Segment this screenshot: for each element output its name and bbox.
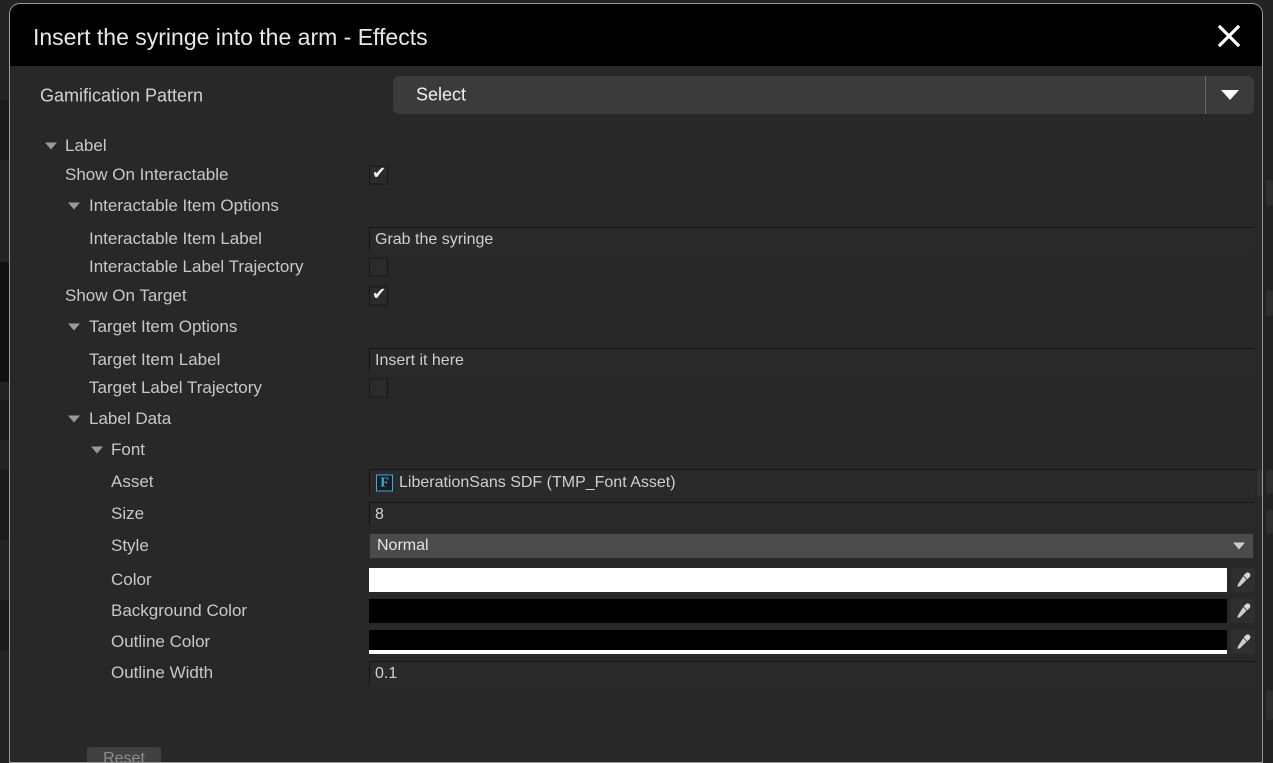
dropdown-font-style[interactable]: Normal	[369, 533, 1254, 559]
object-field-value: LiberationSans SDF (TMP_Font Asset)	[399, 473, 676, 491]
tree-group-label[interactable]: Label	[10, 130, 1262, 162]
row-font-size: Size 8	[10, 498, 1262, 530]
color-swatch-alpha	[369, 619, 1227, 623]
row-background-color: Background Color	[10, 595, 1262, 627]
eyedropper-icon[interactable]	[1231, 630, 1255, 654]
color-swatch-background-color[interactable]	[369, 599, 1227, 623]
input-font-size[interactable]: 8	[369, 502, 1254, 526]
row-label: Target Item Options	[89, 317, 238, 336]
row-label: Asset	[111, 472, 154, 491]
color-swatch-alpha	[369, 650, 1227, 654]
color-swatch-main	[369, 599, 1227, 619]
backdrop-strip	[0, 400, 9, 440]
input-outline-width[interactable]: 0.1	[369, 661, 1254, 685]
row-interactable-label-trajectory: Interactable Label Trajectory	[10, 251, 1262, 283]
backdrop-chip	[1266, 290, 1273, 316]
checkbox-show-on-interactable[interactable]: ✔	[369, 163, 388, 185]
color-swatch-alpha	[369, 588, 1227, 592]
color-swatch-main	[369, 630, 1227, 650]
font-asset-icon: F	[376, 474, 393, 491]
row-outline-width: Outline Width 0.1	[10, 657, 1262, 689]
row-label: Interactable Label Trajectory	[89, 257, 304, 276]
chevron-down-icon	[1221, 90, 1239, 100]
object-field-font-asset[interactable]: F LiberationSans SDF (TMP_Font Asset)	[369, 469, 1262, 496]
tree-group-label-text: Label	[65, 136, 107, 155]
checkbox-interactable-label-trajectory[interactable]	[369, 257, 388, 277]
row-label: Interactable Item Label	[89, 229, 262, 248]
row-label: Show On Target	[65, 286, 187, 305]
row-font-style: Style Normal	[10, 530, 1262, 562]
reset-button[interactable]: Reset	[87, 747, 161, 763]
row-label: Show On Interactable	[65, 165, 229, 184]
eyedropper-icon[interactable]	[1231, 599, 1255, 623]
gamification-dropdown-button[interactable]	[1205, 76, 1254, 114]
input-value: 8	[375, 505, 384, 523]
object-picker-icon[interactable]	[1257, 469, 1262, 496]
close-icon[interactable]	[1214, 21, 1244, 51]
row-label: Outline Width	[111, 663, 214, 682]
eyedropper-icon[interactable]	[1231, 568, 1255, 592]
gamification-pattern-row: Gamification Pattern Select	[10, 76, 1262, 116]
backdrop-strip	[0, 100, 9, 160]
input-interactable-item-label[interactable]: Grab the syringe	[369, 227, 1254, 251]
foldout-triangle-icon[interactable]	[68, 202, 80, 210]
backdrop-chip	[1266, 690, 1273, 720]
row-show-on-interactable: Show On Interactable ✔	[10, 159, 1262, 191]
dropdown-value: Normal	[377, 537, 429, 554]
row-label: Interactable Item Options	[89, 196, 279, 215]
backdrop-strip	[0, 600, 9, 650]
row-outline-color: Outline Color	[10, 626, 1262, 658]
row-label: Color	[111, 570, 152, 589]
checkbox-show-on-target[interactable]: ✔	[369, 284, 388, 306]
foldout-triangle-icon[interactable]	[68, 323, 80, 331]
row-interactable-item-options[interactable]: Interactable Item Options	[10, 190, 1262, 222]
foldout-triangle-icon[interactable]	[91, 446, 103, 454]
row-target-item-options[interactable]: Target Item Options	[10, 311, 1262, 343]
input-value: Insert it here	[375, 351, 464, 369]
backdrop-strip	[0, 262, 9, 382]
reset-button-label: Reset	[103, 750, 145, 763]
row-show-on-target: Show On Target ✔	[10, 280, 1262, 312]
checkbox-target-label-trajectory[interactable]	[369, 378, 388, 398]
foldout-triangle-icon[interactable]	[45, 142, 57, 150]
row-label: Font	[111, 440, 146, 459]
row-label: Background Color	[111, 601, 248, 620]
row-target-label-trajectory: Target Label Trajectory	[10, 372, 1262, 404]
backdrop-strip	[0, 470, 9, 540]
row-label: Target Label Trajectory	[89, 378, 262, 397]
row-color: Color	[10, 564, 1262, 596]
input-value: Grab the syringe	[375, 230, 494, 248]
color-swatch-outline-color[interactable]	[369, 630, 1227, 654]
effects-dialog: Insert the syringe into the arm - Effect…	[9, 3, 1263, 763]
row-font[interactable]: Font	[10, 434, 1262, 466]
backdrop-chip	[1266, 180, 1273, 206]
dialog-title: Insert the syringe into the arm - Effect…	[33, 24, 428, 50]
gamification-pattern-value: Select	[416, 84, 467, 105]
backdrop-chip	[1266, 510, 1273, 534]
color-swatch-main	[369, 568, 1227, 588]
row-font-asset: Asset F LiberationSans SDF (TMP_Font Ass…	[10, 466, 1262, 498]
row-label: Target Item Label	[89, 350, 221, 369]
color-swatch-color[interactable]	[369, 568, 1227, 592]
dialog-titlebar: Insert the syringe into the arm - Effect…	[10, 4, 1262, 66]
checkmark-icon: ✔	[372, 163, 387, 183]
checkmark-icon: ✔	[372, 284, 387, 304]
dialog-body: Gamification Pattern Select Label Show O…	[10, 66, 1262, 763]
gamification-pattern-label: Gamification Pattern	[40, 85, 204, 106]
foldout-triangle-icon[interactable]	[68, 415, 80, 423]
row-label: Label Data	[89, 409, 172, 428]
backdrop-chip	[1266, 470, 1273, 494]
row-label-data[interactable]: Label Data	[10, 403, 1262, 435]
row-label: Outline Color	[111, 632, 211, 651]
input-target-item-label[interactable]: Insert it here	[369, 348, 1254, 372]
gamification-pattern-select[interactable]: Select	[393, 76, 1254, 114]
chevron-down-icon	[1233, 542, 1245, 550]
input-value: 0.1	[375, 664, 398, 682]
row-label: Size	[111, 504, 145, 523]
row-label: Style	[111, 536, 149, 555]
